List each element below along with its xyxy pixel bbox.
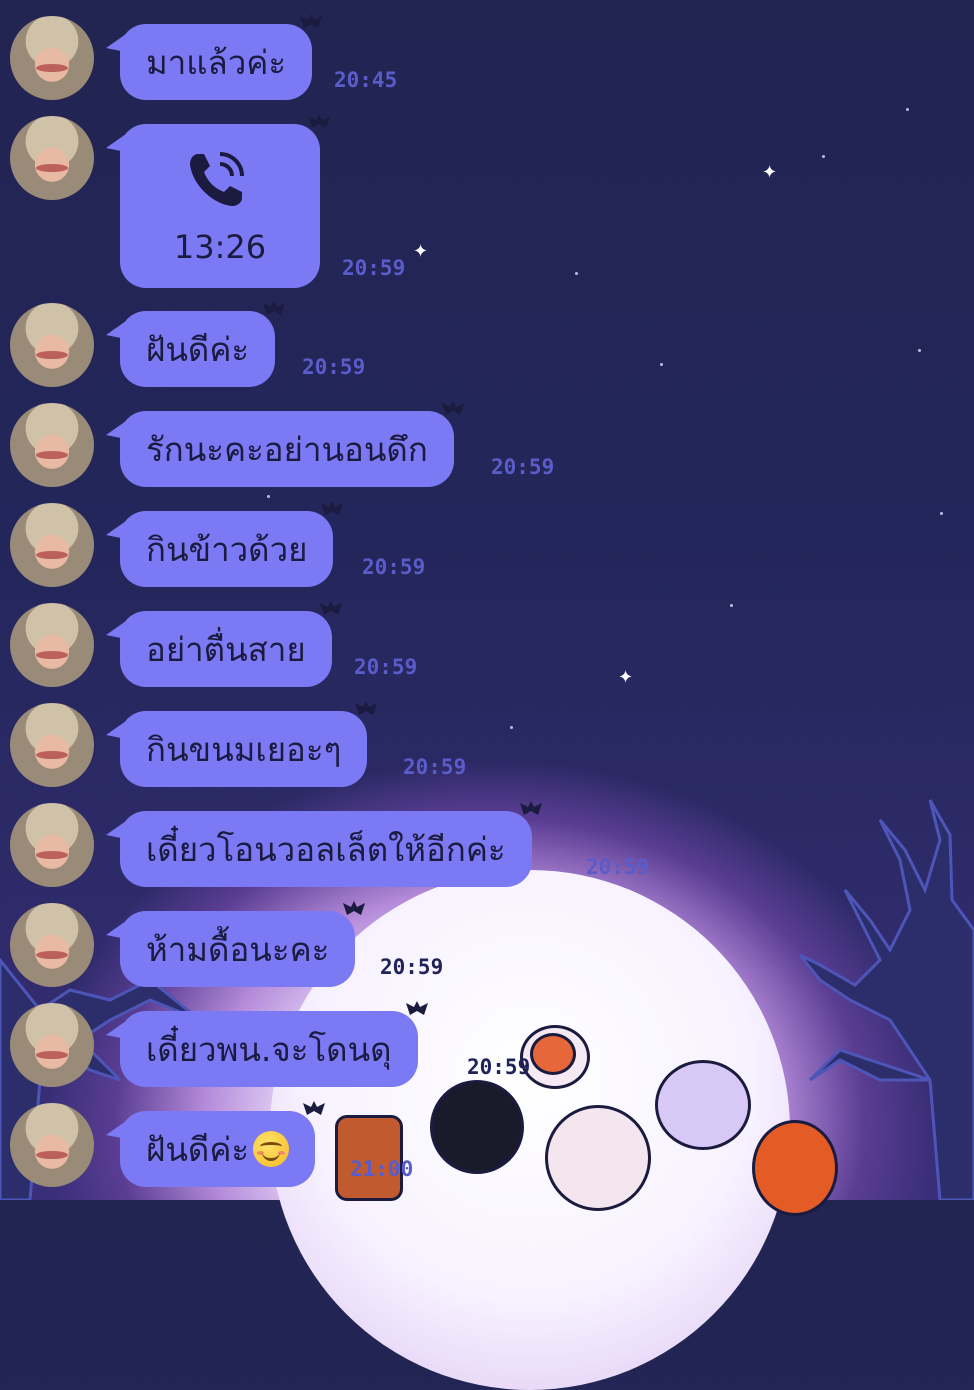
chat-message: กินขนมเยอะๆ 20:59	[0, 701, 974, 793]
avatar[interactable]	[10, 16, 94, 100]
message-bubble[interactable]: เดี๋ยวพน.จะโดนดุ	[106, 1001, 428, 1087]
bat-sticker-icon	[343, 901, 366, 915]
message-timestamp: 20:59	[302, 355, 366, 379]
message-timestamp: 20:59	[403, 755, 467, 779]
background-star-dot	[575, 272, 578, 275]
bat-sticker-icon	[303, 1101, 326, 1115]
background-star: ✦	[413, 241, 429, 262]
message-text: มาแล้วค่ะ	[146, 42, 287, 82]
avatar[interactable]	[10, 503, 94, 587]
message-text: ห้ามดื้อนะคะ	[146, 929, 330, 969]
message-bubble[interactable]: กินขนมเยอะๆ	[105, 701, 378, 787]
message-text: รักนะคะอย่านอนดึก	[146, 429, 428, 469]
message-timestamp: 20:59	[362, 555, 426, 579]
chat-message: ฝันดีค่ะ 20:59	[0, 301, 974, 393]
avatar[interactable]	[10, 603, 94, 687]
message-bubble[interactable]: ฝันดีค่ะ	[105, 1101, 326, 1187]
avatar[interactable]	[10, 703, 94, 787]
bat-sticker-icon	[355, 701, 378, 715]
message-bubble[interactable]: ห้ามดื้อนะคะ	[105, 901, 366, 987]
message-text: เดี๋ยวพน.จะโดนดุ	[146, 1029, 392, 1069]
message-bubble[interactable]: อย่าตื่นสาย	[106, 601, 342, 687]
message-text: อย่าตื่นสาย	[146, 629, 306, 669]
message-bubble[interactable]: มาแล้วค่ะ	[105, 14, 323, 100]
bat-sticker-icon	[405, 1001, 428, 1015]
bat-sticker-icon	[519, 801, 542, 815]
background-star-dot	[906, 108, 909, 111]
message-text: ฝันดีค่ะ	[146, 329, 250, 369]
message-timestamp: 20:59	[354, 655, 418, 679]
smiling-face-icon	[253, 1131, 290, 1167]
message-bubble[interactable]: เดี๋ยวโอนวอลเล็ตให้อีกค่ะ	[106, 801, 542, 887]
avatar[interactable]	[10, 116, 94, 200]
message-timestamp: 20:59	[467, 1055, 531, 1079]
message-timestamp: 20:59	[380, 955, 444, 979]
message-timestamp: 21:00	[350, 1157, 414, 1181]
background-star-dot	[267, 495, 270, 498]
message-text: เดี๋ยวโอนวอลเล็ตให้อีกค่ะ	[146, 829, 506, 869]
message-text: กินขนมเยอะๆ	[146, 729, 342, 769]
bat-sticker-icon	[263, 301, 286, 315]
message-bubble[interactable]: รักนะคะอย่านอนดึก	[106, 401, 464, 487]
phone-call-icon	[190, 152, 244, 206]
avatar[interactable]	[10, 403, 94, 487]
message-bubble[interactable]: ฝันดีค่ะ	[105, 301, 286, 387]
message-timestamp: 20:59	[586, 855, 650, 879]
bat-sticker-icon	[300, 14, 323, 28]
chat-message: ห้ามดื้อนะคะ 20:59	[0, 901, 974, 993]
call-duration: 13:26	[173, 228, 267, 266]
message-text: กินข้าวด้วย	[146, 529, 308, 569]
chat-message: อย่าตื่นสาย 20:59	[0, 601, 974, 693]
message-timestamp: 20:45	[334, 68, 398, 92]
bat-sticker-icon	[321, 501, 344, 515]
bat-sticker-icon	[319, 601, 342, 615]
avatar[interactable]	[10, 1103, 94, 1187]
call-bubble[interactable]: 13:26	[106, 114, 330, 288]
message-bubble[interactable]: กินข้าวด้วย	[105, 501, 344, 587]
avatar[interactable]	[10, 903, 94, 987]
avatar[interactable]	[10, 303, 94, 387]
chat-message: เดี๋ยวโอนวอลเล็ตให้อีกค่ะ 20:59	[0, 801, 974, 893]
chat-message: ฝันดีค่ะ 21:00	[0, 1101, 974, 1193]
chat-message: กินข้าวด้วย 20:59	[0, 501, 974, 593]
chat-message: รักนะคะอย่านอนดึก 20:59	[0, 401, 974, 493]
message-timestamp: 20:59	[342, 256, 406, 280]
avatar[interactable]	[10, 1003, 94, 1087]
message-text: ฝันดีค่ะ	[146, 1129, 250, 1169]
chat-message: มาแล้วค่ะ 20:45	[0, 14, 974, 106]
avatar[interactable]	[10, 803, 94, 887]
message-timestamp: 20:59	[491, 455, 555, 479]
chat-message: เดี๋ยวพน.จะโดนดุ 20:59	[0, 1001, 974, 1093]
bat-sticker-icon	[441, 401, 464, 415]
chat-message-call: 13:26 20:59	[0, 114, 974, 288]
bat-sticker-icon	[308, 114, 330, 128]
